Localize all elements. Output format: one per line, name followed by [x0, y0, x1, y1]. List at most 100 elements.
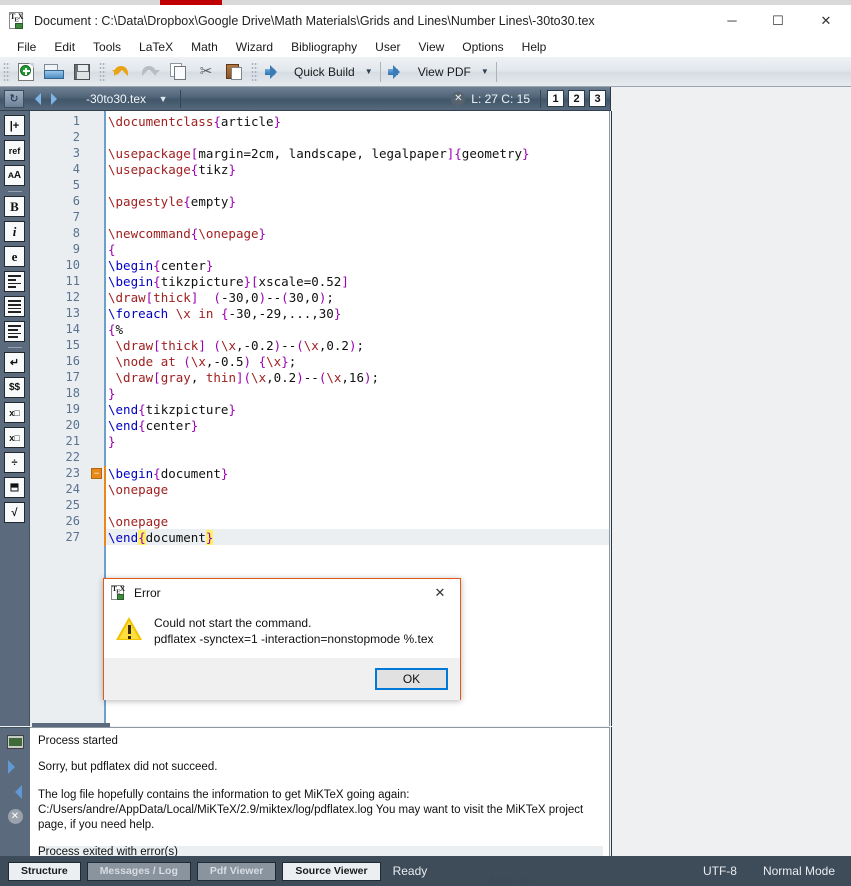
- bold-button[interactable]: B: [4, 196, 25, 217]
- open-document-button[interactable]: [40, 59, 68, 85]
- fold-marker[interactable]: −: [91, 468, 102, 479]
- save-document-button[interactable]: [68, 59, 96, 85]
- code-line[interactable]: 17 \draw[gray, thin](\x,0.2)--(\x,16);: [30, 370, 609, 386]
- insert-item-button[interactable]: |+: [4, 115, 25, 136]
- stop-process-icon[interactable]: ✕: [7, 809, 24, 824]
- toolbar-grip[interactable]: [3, 61, 10, 82]
- status-edit-mode[interactable]: Normal Mode: [763, 864, 835, 878]
- redo-button[interactable]: [136, 59, 164, 85]
- fraction-inline-button[interactable]: ÷: [4, 452, 25, 473]
- menu-math[interactable]: Math: [182, 39, 227, 55]
- dialog-ok-button[interactable]: OK: [375, 668, 448, 690]
- status-tab-structure[interactable]: Structure: [8, 861, 81, 881]
- menu-bibliography[interactable]: Bibliography: [282, 39, 366, 55]
- code-line[interactable]: 9{: [30, 242, 609, 258]
- view-mode-2-button[interactable]: 2: [568, 90, 585, 107]
- code-line[interactable]: 27 \end{document}: [30, 530, 609, 546]
- status-tab-source-viewer[interactable]: Source Viewer: [282, 861, 381, 881]
- code-line[interactable]: 6 \pagestyle{empty}: [30, 194, 609, 210]
- cut-button[interactable]: ✂: [192, 59, 220, 85]
- newline-button[interactable]: ↵: [4, 352, 25, 373]
- dialog-close-icon[interactable]: ✕: [420, 579, 460, 606]
- display-math-button[interactable]: $$: [4, 377, 25, 398]
- menu-help[interactable]: Help: [513, 39, 556, 55]
- fraction-button[interactable]: ⬒: [4, 477, 25, 498]
- menu-latex[interactable]: LaTeX: [130, 39, 182, 55]
- close-document-icon[interactable]: ✕: [451, 91, 466, 106]
- code-line[interactable]: 7: [30, 210, 609, 226]
- quick-build-label[interactable]: Quick Build: [288, 65, 361, 79]
- code-line[interactable]: 2: [30, 130, 609, 146]
- quick-build-dropdown[interactable]: ▼: [361, 59, 377, 85]
- emphasis-button[interactable]: e: [4, 246, 25, 267]
- new-document-button[interactable]: [12, 59, 40, 85]
- next-error-icon[interactable]: [7, 759, 24, 774]
- maximize-button[interactable]: ☐: [755, 5, 801, 37]
- status-encoding[interactable]: UTF-8: [703, 864, 737, 878]
- close-button[interactable]: ✕: [801, 5, 851, 37]
- status-tab-pdf-viewer[interactable]: Pdf Viewer: [196, 861, 277, 881]
- menu-tools[interactable]: Tools: [84, 39, 130, 55]
- align-left-button[interactable]: [4, 271, 25, 292]
- superscript-button[interactable]: x□: [4, 427, 25, 448]
- messages-log-panel[interactable]: Process started Sorry, but pdflatex did …: [30, 727, 610, 858]
- view-pdf-label[interactable]: View PDF: [412, 65, 477, 79]
- copy-button[interactable]: [164, 59, 192, 85]
- quick-build-button[interactable]: [260, 59, 288, 85]
- paste-button[interactable]: [220, 59, 248, 85]
- code-line[interactable]: 22: [30, 450, 609, 466]
- view-mode-1-button[interactable]: 1: [547, 90, 564, 107]
- line-content: \begin{document}: [108, 466, 229, 481]
- line-content: \pagestyle{empty}: [108, 194, 236, 209]
- minimize-button[interactable]: ─: [709, 5, 755, 37]
- code-line[interactable]: 15 \draw[thick] (\x,-0.2)--(\x,0.2);: [30, 338, 609, 354]
- open-folder-icon: [44, 64, 64, 79]
- code-line[interactable]: 20 \end{center}: [30, 418, 609, 434]
- menu-file[interactable]: File: [8, 39, 45, 55]
- code-line[interactable]: 26 \onepage: [30, 514, 609, 530]
- font-size-button[interactable]: ᴀA: [4, 165, 25, 186]
- italic-button[interactable]: i: [4, 221, 25, 242]
- insert-reference-button[interactable]: ref: [4, 140, 25, 161]
- view-mode-3-button[interactable]: 3: [589, 90, 606, 107]
- code-line[interactable]: 16 \node at (\x,-0.5) {\x};: [30, 354, 609, 370]
- output-monitor-icon[interactable]: [6, 734, 24, 749]
- code-line[interactable]: 23 \begin{document}: [30, 466, 609, 482]
- toolbar-grip-2[interactable]: [99, 61, 106, 82]
- code-line[interactable]: 11 \begin{tikzpicture}[xscale=0.52]: [30, 274, 609, 290]
- current-filename[interactable]: -30to30.tex: [86, 92, 146, 106]
- code-line[interactable]: 25: [30, 498, 609, 514]
- menu-options[interactable]: Options: [453, 39, 512, 55]
- document-list-dropdown[interactable]: ▼: [146, 94, 180, 104]
- previous-error-icon[interactable]: [7, 784, 24, 799]
- menu-wizard[interactable]: Wizard: [227, 39, 282, 55]
- subscript-button[interactable]: x□: [4, 402, 25, 423]
- align-justify-button[interactable]: [4, 321, 25, 342]
- undo-button[interactable]: [108, 59, 136, 85]
- toolbar-grip-3[interactable]: [251, 61, 258, 82]
- code-line[interactable]: 24 \onepage: [30, 482, 609, 498]
- status-tab-messages-log[interactable]: Messages / Log: [86, 861, 191, 881]
- code-line[interactable]: 1 \documentclass{article}: [30, 114, 609, 130]
- code-line[interactable]: 4 \usepackage{tikz}: [30, 162, 609, 178]
- menu-view[interactable]: View: [410, 39, 454, 55]
- code-line[interactable]: 13 \foreach \x in {-30,-29,...,30}: [30, 306, 609, 322]
- code-line[interactable]: 10 \begin{center}: [30, 258, 609, 274]
- code-line[interactable]: 3 \usepackage[margin=2cm, landscape, lega…: [30, 146, 609, 162]
- menu-user[interactable]: User: [366, 39, 409, 55]
- code-line[interactable]: 5: [30, 178, 609, 194]
- view-pdf-button[interactable]: [384, 59, 412, 85]
- code-line[interactable]: 12 \draw[thick] (-30,0)--(30,0);: [30, 290, 609, 306]
- previous-document-button[interactable]: [24, 88, 46, 110]
- square-root-button[interactable]: √: [4, 502, 25, 523]
- code-line[interactable]: 8 \newcommand{\onepage}: [30, 226, 609, 242]
- view-pdf-dropdown[interactable]: ▼: [477, 59, 493, 85]
- code-line[interactable]: 18}: [30, 386, 609, 402]
- next-document-button[interactable]: [46, 88, 68, 110]
- align-center-button[interactable]: [4, 296, 25, 317]
- code-line[interactable]: 21}: [30, 434, 609, 450]
- menu-edit[interactable]: Edit: [45, 39, 84, 55]
- code-line[interactable]: 19 \end{tikzpicture}: [30, 402, 609, 418]
- code-line[interactable]: 14 {%: [30, 322, 609, 338]
- refresh-icon[interactable]: ↻: [4, 89, 24, 108]
